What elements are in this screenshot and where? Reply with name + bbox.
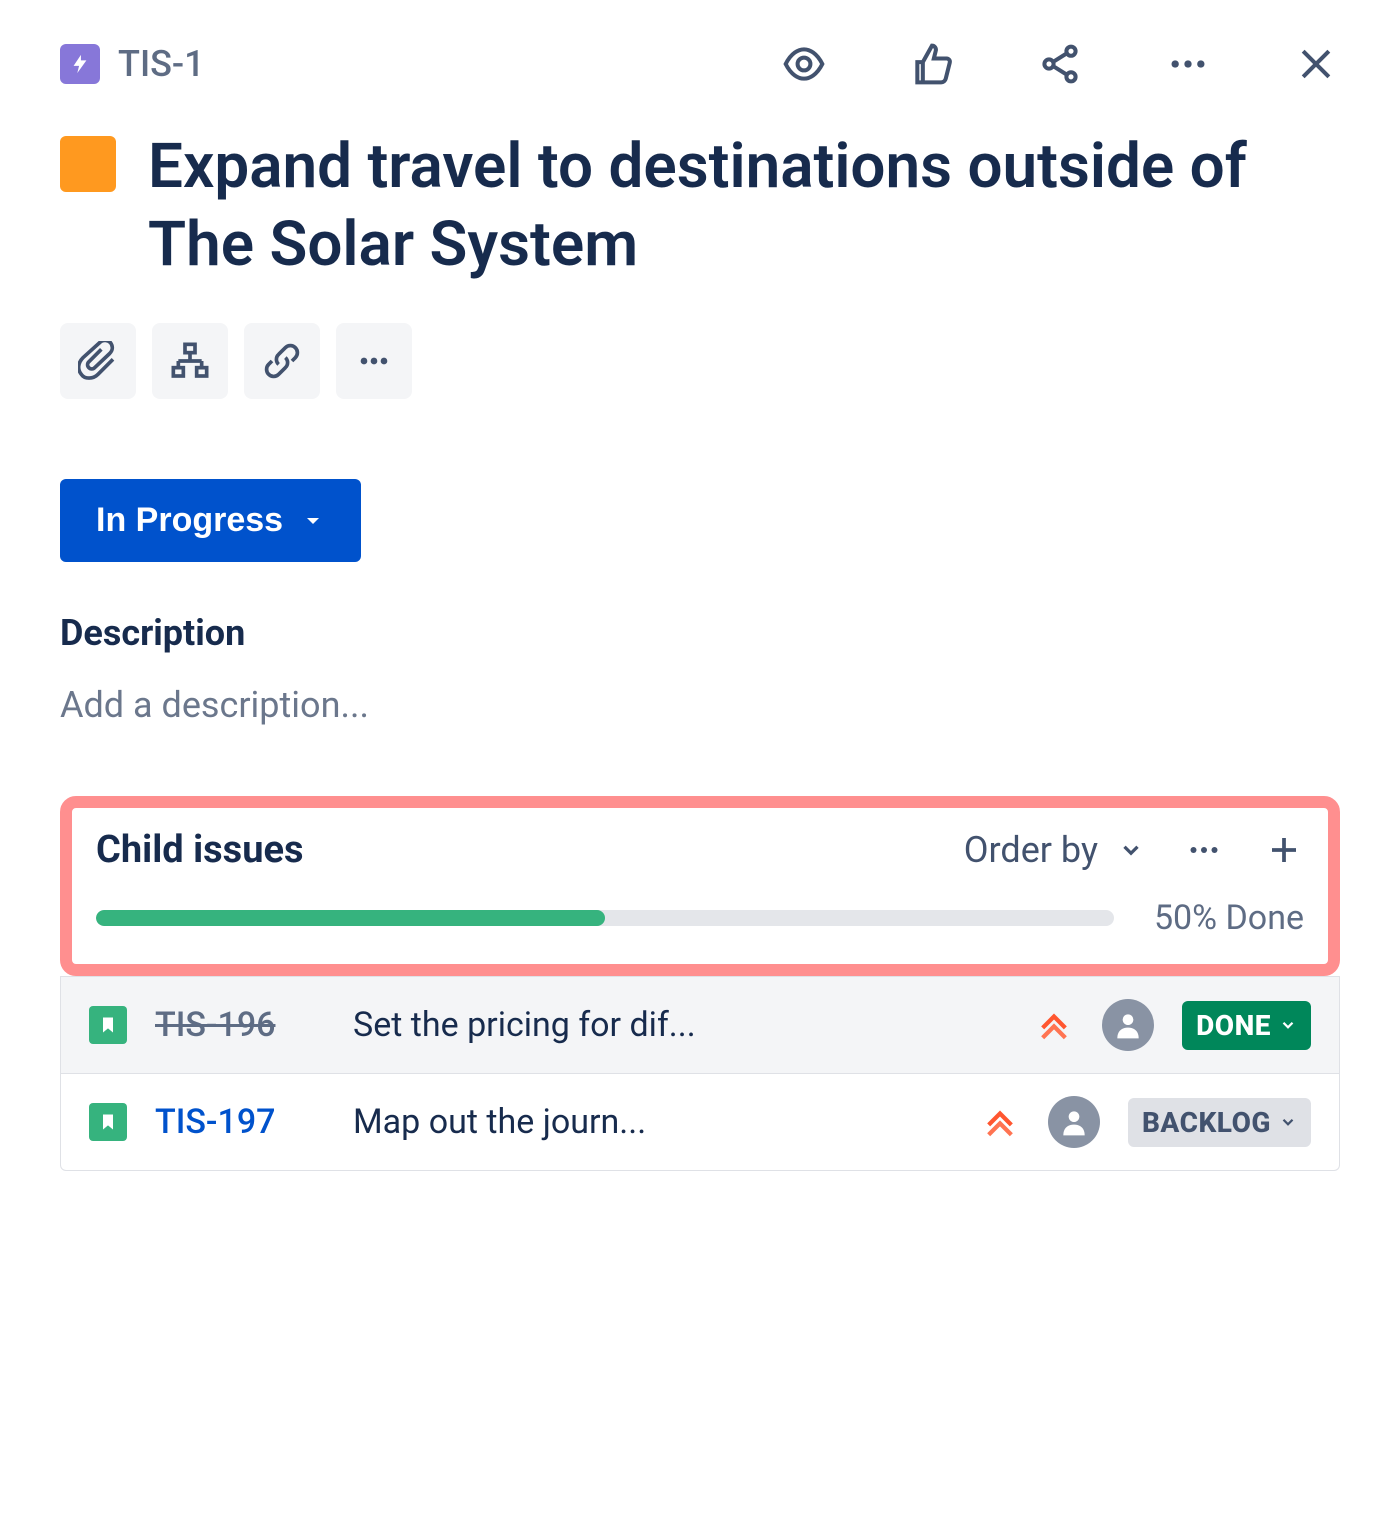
child-progress: 50% Done bbox=[96, 898, 1304, 938]
story-type-icon bbox=[89, 1006, 127, 1044]
child-issue-summary[interactable]: Map out the journ... bbox=[353, 1102, 952, 1142]
thumbs-up-icon[interactable] bbox=[908, 40, 956, 88]
child-issue-key[interactable]: TIS-196 bbox=[155, 1005, 325, 1045]
child-issues-title: Child issues bbox=[96, 828, 304, 872]
watch-icon[interactable] bbox=[780, 40, 828, 88]
issue-title[interactable]: Expand travel to destinations outside of… bbox=[148, 128, 1340, 283]
issue-key[interactable]: TIS-1 bbox=[118, 43, 205, 85]
description-label: Description bbox=[60, 612, 1340, 654]
priority-highest-icon bbox=[980, 1105, 1020, 1139]
epic-type-icon bbox=[60, 44, 100, 84]
more-toolbar-button[interactable] bbox=[336, 323, 412, 399]
assignee-avatar[interactable] bbox=[1048, 1096, 1100, 1148]
child-issues-header: Child issues Order by bbox=[60, 796, 1340, 976]
more-actions-icon[interactable] bbox=[1164, 40, 1212, 88]
child-status-badge[interactable]: DONE bbox=[1182, 1001, 1311, 1050]
order-by-dropdown[interactable]: Order by bbox=[964, 829, 1144, 871]
issue-header: TIS-1 bbox=[60, 40, 1340, 88]
child-issue-summary[interactable]: Set the pricing for dif... bbox=[353, 1005, 1006, 1045]
child-issues-section: Child issues Order by bbox=[60, 796, 1340, 1171]
assignee-avatar[interactable] bbox=[1102, 999, 1154, 1051]
progress-label: 50% Done bbox=[1154, 898, 1304, 938]
child-more-icon[interactable] bbox=[1184, 830, 1224, 870]
status-section: In Progress bbox=[60, 479, 1340, 562]
description-input[interactable]: Add a description... bbox=[60, 684, 1340, 726]
breadcrumb[interactable]: TIS-1 bbox=[60, 43, 205, 85]
priority-highest-icon bbox=[1034, 1008, 1074, 1042]
add-child-issue-icon[interactable] bbox=[1264, 830, 1304, 870]
header-actions bbox=[780, 40, 1340, 88]
child-status-badge[interactable]: BACKLOG bbox=[1128, 1098, 1311, 1147]
link-button[interactable] bbox=[244, 323, 320, 399]
close-icon[interactable] bbox=[1292, 40, 1340, 88]
child-issues-list: TIS-196Set the pricing for dif...DONETIS… bbox=[60, 976, 1340, 1171]
attach-button[interactable] bbox=[60, 323, 136, 399]
chevron-down-icon bbox=[301, 509, 325, 533]
epic-color-swatch bbox=[60, 136, 116, 192]
child-issue-row[interactable]: TIS-196 Set the pricing for dif... DONE bbox=[61, 976, 1339, 1073]
issue-title-row: Expand travel to destinations outside of… bbox=[60, 128, 1340, 283]
story-type-icon bbox=[89, 1103, 127, 1141]
add-child-button[interactable] bbox=[152, 323, 228, 399]
progress-fill bbox=[96, 910, 605, 926]
status-label: In Progress bbox=[96, 501, 283, 540]
chevron-down-icon bbox=[1118, 837, 1144, 863]
share-icon[interactable] bbox=[1036, 40, 1084, 88]
status-dropdown[interactable]: In Progress bbox=[60, 479, 361, 562]
issue-toolbar bbox=[60, 323, 1340, 399]
order-by-label: Order by bbox=[964, 829, 1098, 871]
child-issue-row[interactable]: TIS-197 Map out the journ... BACKLOG bbox=[61, 1073, 1339, 1170]
progress-bar bbox=[96, 910, 1114, 926]
child-issue-key[interactable]: TIS-197 bbox=[155, 1102, 325, 1142]
